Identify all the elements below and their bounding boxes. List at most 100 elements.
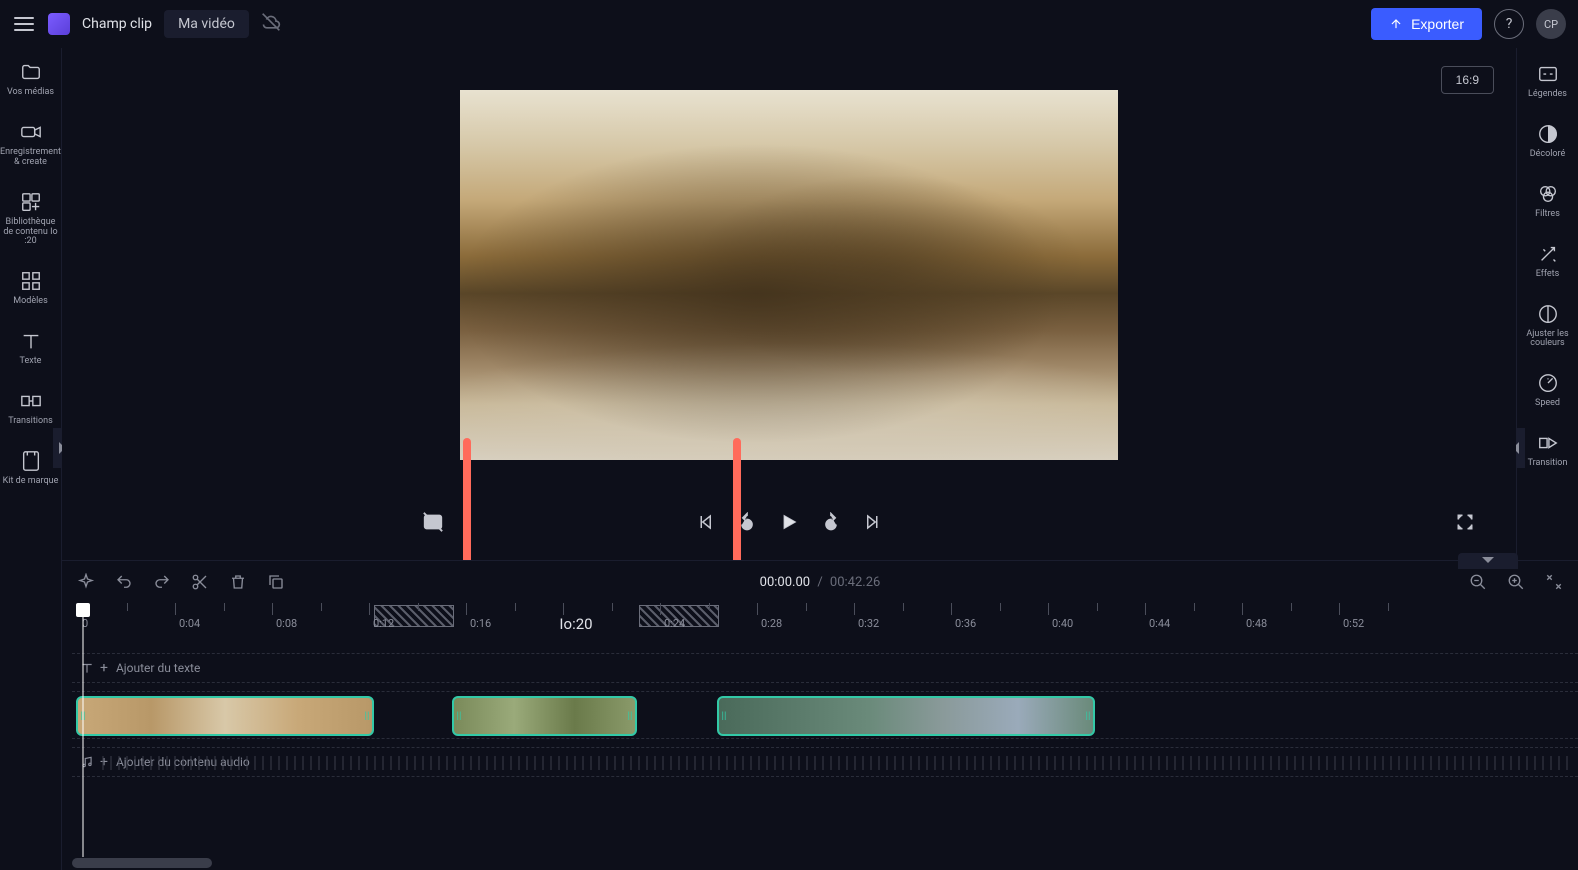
sidebar-item-adjust-colors[interactable]: Ajuster les couleurs bbox=[1519, 302, 1577, 350]
sidebar-item-label: Speed bbox=[1535, 399, 1560, 409]
skip-forward-button[interactable] bbox=[862, 511, 884, 533]
filters-icon bbox=[1536, 182, 1560, 206]
app-brand: Champ clip bbox=[82, 16, 152, 32]
video-track[interactable]: || || || || || || bbox=[72, 691, 1578, 739]
project-name-field[interactable]: Ma vidéo bbox=[164, 10, 249, 38]
sidebar-item-templates[interactable]: Modèles bbox=[2, 269, 60, 307]
sidebar-item-your-media[interactable]: Vos médias bbox=[2, 60, 60, 98]
delete-button[interactable] bbox=[228, 572, 248, 592]
sidebar-item-content-library[interactable]: Bibliothèque de contenu Io :20 bbox=[2, 190, 60, 248]
right-sidebar: Légendes Décoloré Filtres Effets Ajuster… bbox=[1516, 48, 1578, 560]
playhead[interactable] bbox=[76, 603, 90, 617]
redo-button[interactable] bbox=[152, 572, 172, 592]
timeline-panel: 00:00.00 / 00:42.26 Io:20 00:040:080:120… bbox=[62, 560, 1578, 870]
ai-tools-button[interactable] bbox=[76, 572, 96, 592]
add-text-icon: + bbox=[100, 660, 108, 676]
sidebar-item-label: Effets bbox=[1536, 270, 1560, 280]
forward-button[interactable] bbox=[820, 511, 842, 533]
transition-icon bbox=[1536, 431, 1560, 455]
sidebar-item-speed[interactable]: Speed bbox=[1519, 371, 1577, 409]
ruler-label: 0:08 bbox=[276, 617, 297, 630]
sidebar-item-label: Ajuster les couleurs bbox=[1519, 330, 1577, 350]
total-time: 00:42.26 bbox=[830, 575, 880, 590]
timecode-display: 00:00.00 / 00:42.26 bbox=[760, 575, 881, 590]
sidebar-item-effects[interactable]: Effets bbox=[1519, 242, 1577, 280]
fullscreen-button[interactable] bbox=[1454, 511, 1476, 533]
sidebar-item-label: Décoloré bbox=[1530, 150, 1566, 160]
sidebar-item-brand-kit[interactable]: Kit de marque bbox=[2, 449, 60, 487]
video-clip-3[interactable]: || || bbox=[717, 696, 1095, 736]
sidebar-item-label: Transition bbox=[1528, 459, 1568, 469]
audio-waveform-placeholder bbox=[102, 756, 1568, 770]
zoom-out-button[interactable] bbox=[1468, 572, 1488, 592]
sidebar-item-text[interactable]: Texte bbox=[2, 329, 60, 367]
sidebar-item-label: Légendes bbox=[1528, 90, 1567, 100]
sidebar-item-filters[interactable]: Filtres bbox=[1519, 182, 1577, 220]
ruler-label: 0:40 bbox=[1052, 617, 1073, 630]
sidebar-item-transition[interactable]: Transition bbox=[1519, 431, 1577, 469]
current-time: 00:00.00 bbox=[760, 575, 810, 590]
timeline-scrollbar[interactable] bbox=[72, 858, 212, 868]
captions-icon bbox=[1536, 62, 1560, 86]
aspect-ratio-button[interactable]: 16:9 bbox=[1441, 66, 1494, 94]
cloud-sync-off-icon[interactable] bbox=[261, 12, 281, 36]
fade-icon bbox=[1536, 122, 1560, 146]
app-header: Champ clip Ma vidéo Exporter ? CP bbox=[0, 0, 1578, 48]
sidebar-item-fade[interactable]: Décoloré bbox=[1519, 122, 1577, 160]
text-track-placeholder: Ajouter du texte bbox=[116, 661, 200, 675]
picture-disabled-icon[interactable] bbox=[422, 511, 444, 533]
sidebar-item-record[interactable]: Enregistrement & create bbox=[2, 120, 60, 168]
playback-bar bbox=[62, 502, 1516, 542]
clip-handle-left[interactable]: || bbox=[454, 698, 464, 734]
left-sidebar: Vos médias Enregistrement & create Bibli… bbox=[0, 48, 62, 870]
rewind-button[interactable] bbox=[736, 511, 758, 533]
audio-track[interactable]: + Ajouter du contenu audio bbox=[72, 747, 1578, 777]
sidebar-item-label: Kit de marque bbox=[3, 477, 59, 487]
skip-back-button[interactable] bbox=[694, 511, 716, 533]
play-button[interactable] bbox=[778, 511, 800, 533]
zoom-in-button[interactable] bbox=[1506, 572, 1526, 592]
text-icon bbox=[19, 329, 43, 353]
ruler-label: 0:48 bbox=[1246, 617, 1267, 630]
menu-button[interactable] bbox=[12, 12, 36, 36]
library-icon bbox=[19, 190, 43, 214]
user-avatar[interactable]: CP bbox=[1536, 9, 1566, 39]
undo-button[interactable] bbox=[114, 572, 134, 592]
duplicate-button[interactable] bbox=[266, 572, 286, 592]
sidebar-item-label: Bibliothèque de contenu Io :20 bbox=[2, 218, 60, 248]
clip-handle-right[interactable]: || bbox=[625, 698, 635, 734]
sidebar-item-captions[interactable]: Légendes bbox=[1519, 62, 1577, 100]
folder-icon bbox=[19, 60, 43, 84]
video-clip-1[interactable]: || || bbox=[76, 696, 374, 736]
transitions-icon bbox=[19, 389, 43, 413]
ruler-label: 0:12 bbox=[373, 617, 394, 630]
ruler-label: 0:52 bbox=[1343, 617, 1364, 630]
export-label: Exporter bbox=[1411, 16, 1464, 32]
adjust-colors-icon bbox=[1536, 302, 1560, 326]
video-preview-canvas[interactable] bbox=[460, 90, 1118, 460]
clip-handle-right[interactable]: || bbox=[362, 698, 372, 734]
help-button[interactable]: ? bbox=[1494, 9, 1524, 39]
fit-button[interactable] bbox=[1544, 572, 1564, 592]
sidebar-item-label: Transitions bbox=[8, 417, 53, 427]
clip-handle-left[interactable]: || bbox=[719, 698, 729, 734]
ruler-label: 0:32 bbox=[858, 617, 879, 630]
export-button[interactable]: Exporter bbox=[1371, 8, 1482, 40]
sidebar-item-label: Filtres bbox=[1535, 210, 1560, 220]
ruler-label: 0:24 bbox=[664, 617, 685, 630]
sidebar-item-transitions[interactable]: Transitions bbox=[2, 389, 60, 427]
sidebar-item-label: Enregistrement & create bbox=[0, 148, 61, 168]
clip-handle-right[interactable]: || bbox=[1083, 698, 1093, 734]
speed-icon bbox=[1536, 371, 1560, 395]
brand-kit-icon bbox=[19, 449, 43, 473]
split-button[interactable] bbox=[190, 572, 210, 592]
preview-area: 16:9 bbox=[62, 48, 1516, 560]
tracks-container: + Ajouter du texte || || || || || || + A… bbox=[62, 653, 1578, 777]
video-clip-2[interactable]: || || bbox=[452, 696, 637, 736]
timeline-ruler[interactable]: Io:20 00:040:080:120:160:240:280:320:360… bbox=[72, 603, 1578, 633]
ruler-label: 0:28 bbox=[761, 617, 782, 630]
text-track[interactable]: + Ajouter du texte bbox=[72, 653, 1578, 683]
sidebar-item-label: Modèles bbox=[13, 297, 47, 307]
timeline-toolbar: 00:00.00 / 00:42.26 bbox=[62, 561, 1578, 603]
text-track-icon bbox=[78, 659, 96, 677]
